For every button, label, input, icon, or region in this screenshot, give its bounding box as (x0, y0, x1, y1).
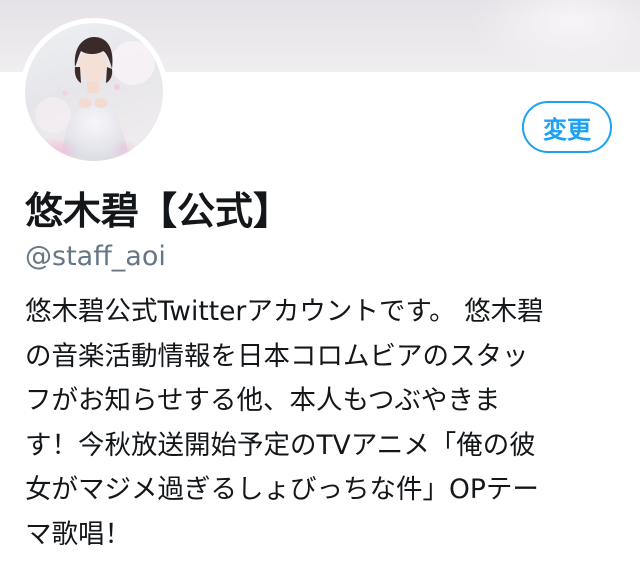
edit-profile-button[interactable]: 変更 (522, 101, 612, 153)
profile-page: 変更 悠木碧【公式】 @staff_aoi 悠木碧公式Twitterアカウントで… (0, 0, 640, 576)
bio-line: す！今秋放送開始予定のTVアニメ「俺の彼 (25, 429, 536, 461)
bio-line: 女がマジメ過ぎるしょびっちな件」OPテー (25, 474, 539, 505)
display-name: 悠木碧【公式】 (25, 189, 292, 233)
profile-bio: 悠木碧公式Twitterアカウントです。 悠木碧 の音楽活動情報を日本コロムビア… (25, 290, 625, 557)
bio-line: の音楽活動情報を日本コロムビアのスタッ (25, 340, 529, 372)
avatar[interactable] (20, 18, 168, 166)
edit-profile-button-label: 変更 (543, 115, 591, 144)
bio-line: マ歌唱！ (25, 518, 131, 550)
bio-line: フがお知らせする他、本人もつぶやきま (25, 385, 501, 416)
avatar-photo-icon (31, 37, 155, 161)
bio-line: 悠木碧公式Twitterアカウントです。 悠木碧 (25, 296, 544, 327)
banner-highlight (470, 0, 640, 72)
avatar-photo (25, 23, 163, 161)
user-handle: @staff_aoi (25, 241, 166, 272)
